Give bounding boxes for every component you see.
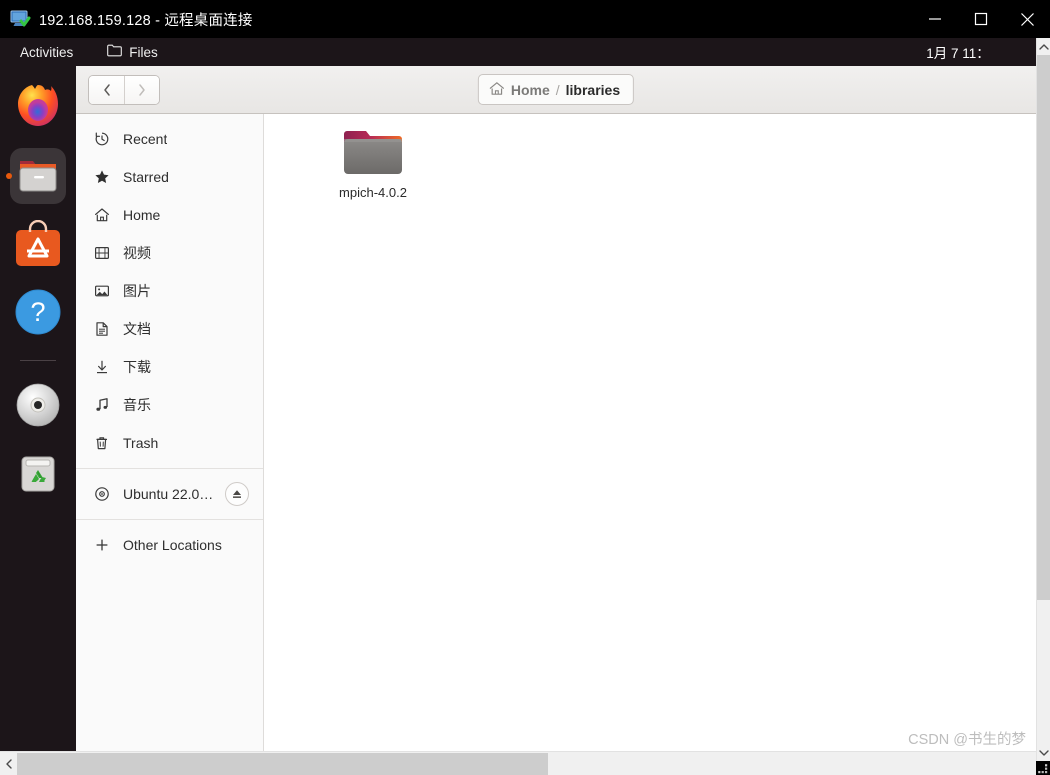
vertical-scrollbar[interactable] <box>1036 38 1050 761</box>
image-icon <box>94 283 110 299</box>
sidebar-item-downloads[interactable]: 下载 <box>76 348 263 386</box>
trash-icon <box>94 435 110 451</box>
sidebar-item-label: Other Locations <box>123 537 222 553</box>
sidebar-item-label: 文档 <box>123 321 151 337</box>
remote-desktop-icon <box>9 8 31 30</box>
music-icon <box>94 397 110 413</box>
home-icon <box>489 81 505 99</box>
sidebar-item-trash[interactable]: Trash <box>76 424 263 462</box>
activities-button[interactable]: Activities <box>10 38 83 66</box>
file-item-label: mpich-4.0.2 <box>339 185 407 200</box>
eject-button[interactable] <box>225 482 249 506</box>
file-list-view[interactable]: mpich-4.0.2 <box>264 114 1036 751</box>
sidebar-item-label: Starred <box>123 169 169 185</box>
disc-icon <box>16 383 60 427</box>
window-titlebar: 192.168.159.128 - 远程桌面连接 <box>0 0 1050 38</box>
maximize-button[interactable] <box>958 0 1004 38</box>
dock-separator <box>20 360 56 361</box>
dock-item-firefox[interactable] <box>10 80 66 136</box>
resize-grip[interactable] <box>1037 762 1049 774</box>
scroll-up-button[interactable] <box>1037 38 1050 55</box>
sidebar-item-label: 音乐 <box>123 397 151 413</box>
navigation-buttons <box>88 74 160 105</box>
sidebar: Recent Starred Home 视频 图片 文档 下载 音乐 Trash… <box>76 114 264 751</box>
chevron-left-icon <box>103 83 110 96</box>
app-menu-files[interactable]: Files <box>97 38 168 66</box>
dock-item-help[interactable]: ? <box>10 284 66 340</box>
forward-button[interactable] <box>124 75 159 104</box>
sidebar-separator <box>76 519 263 520</box>
header-bar: Home / libraries <box>76 66 1036 114</box>
sidebar-item-label: Recent <box>123 131 168 147</box>
svg-text:?: ? <box>30 297 45 327</box>
chevron-right-icon <box>139 83 145 96</box>
video-icon <box>94 245 110 261</box>
sidebar-separator <box>76 468 263 469</box>
sidebar-item-ubuntu-volume[interactable]: Ubuntu 22.0… <box>76 475 263 513</box>
sidebar-item-other-locations[interactable]: Other Locations <box>76 526 263 564</box>
chevron-left-icon <box>5 758 12 769</box>
minimize-button[interactable] <box>912 0 958 38</box>
sidebar-item-documents[interactable]: 文档 <box>76 310 263 348</box>
folder-icon <box>107 44 123 60</box>
star-icon <box>94 169 110 185</box>
clock-icon <box>94 131 110 147</box>
plus-icon <box>94 537 110 553</box>
firefox-icon <box>18 85 58 126</box>
back-button[interactable] <box>89 75 124 104</box>
window-controls <box>912 0 1050 38</box>
files-window: Home / libraries Recent Starred Home 视频 … <box>76 66 1036 751</box>
folder-icon <box>342 128 404 178</box>
dock-item-ubuntu-software[interactable] <box>10 216 66 272</box>
disc-icon <box>94 486 110 502</box>
sidebar-item-videos[interactable]: 视频 <box>76 234 263 272</box>
files-icon <box>19 161 57 192</box>
window-title: 192.168.159.128 - 远程桌面连接 <box>39 12 253 29</box>
breadcrumb[interactable]: Home / libraries <box>477 74 635 105</box>
horizontal-scrollbar[interactable] <box>0 751 1036 775</box>
file-item-folder[interactable]: mpich-4.0.2 <box>318 128 428 200</box>
chevron-up-icon <box>1039 43 1049 50</box>
sidebar-item-home[interactable]: Home <box>76 196 263 234</box>
sidebar-item-label: 视频 <box>123 245 151 261</box>
sidebar-item-label: Ubuntu 22.0… <box>123 486 214 502</box>
dock-item-files[interactable] <box>6 148 66 204</box>
dock-item-disc[interactable] <box>10 377 66 433</box>
scroll-left-button[interactable] <box>0 752 17 775</box>
document-icon <box>94 321 110 337</box>
vertical-scrollbar-thumb[interactable] <box>1037 55 1050 600</box>
breadcrumb-current[interactable]: libraries <box>566 82 620 98</box>
close-button[interactable] <box>1004 0 1050 38</box>
app-menu-label: Files <box>129 44 158 60</box>
remote-desktop-window: 192.168.159.128 - 远程桌面连接 Activities File… <box>0 0 1050 775</box>
breadcrumb-separator: / <box>555 81 560 98</box>
sidebar-item-label: 下载 <box>123 359 151 375</box>
gnome-top-bar: Activities Files 1月 7 11： <box>0 38 1036 66</box>
files-body: Recent Starred Home 视频 图片 文档 下载 音乐 Trash… <box>76 114 1036 751</box>
dock: ? <box>0 66 76 751</box>
running-indicator <box>6 173 12 179</box>
download-icon <box>94 359 110 375</box>
trash-icon <box>21 456 55 492</box>
sidebar-item-pictures[interactable]: 图片 <box>76 272 263 310</box>
sidebar-item-label: 图片 <box>123 283 151 299</box>
sidebar-item-label: Home <box>123 207 161 223</box>
ubuntu-software-icon <box>16 220 60 266</box>
home-icon <box>94 207 110 223</box>
sidebar-item-recent[interactable]: Recent <box>76 120 263 158</box>
sidebar-item-starred[interactable]: Starred <box>76 158 263 196</box>
horizontal-scrollbar-thumb[interactable] <box>17 753 548 775</box>
sidebar-item-music[interactable]: 音乐 <box>76 386 263 424</box>
chevron-down-icon <box>1039 749 1049 756</box>
scroll-down-button[interactable] <box>1037 744 1050 761</box>
breadcrumb-home[interactable]: Home <box>511 82 550 98</box>
eject-icon <box>233 490 241 498</box>
help-icon: ? <box>15 289 61 335</box>
sidebar-item-label: Trash <box>123 435 159 451</box>
ubuntu-desktop: Activities Files 1月 7 11： ? Home / libra… <box>0 38 1036 751</box>
dock-item-trash[interactable] <box>10 445 66 501</box>
activities-label: Activities <box>20 44 74 60</box>
